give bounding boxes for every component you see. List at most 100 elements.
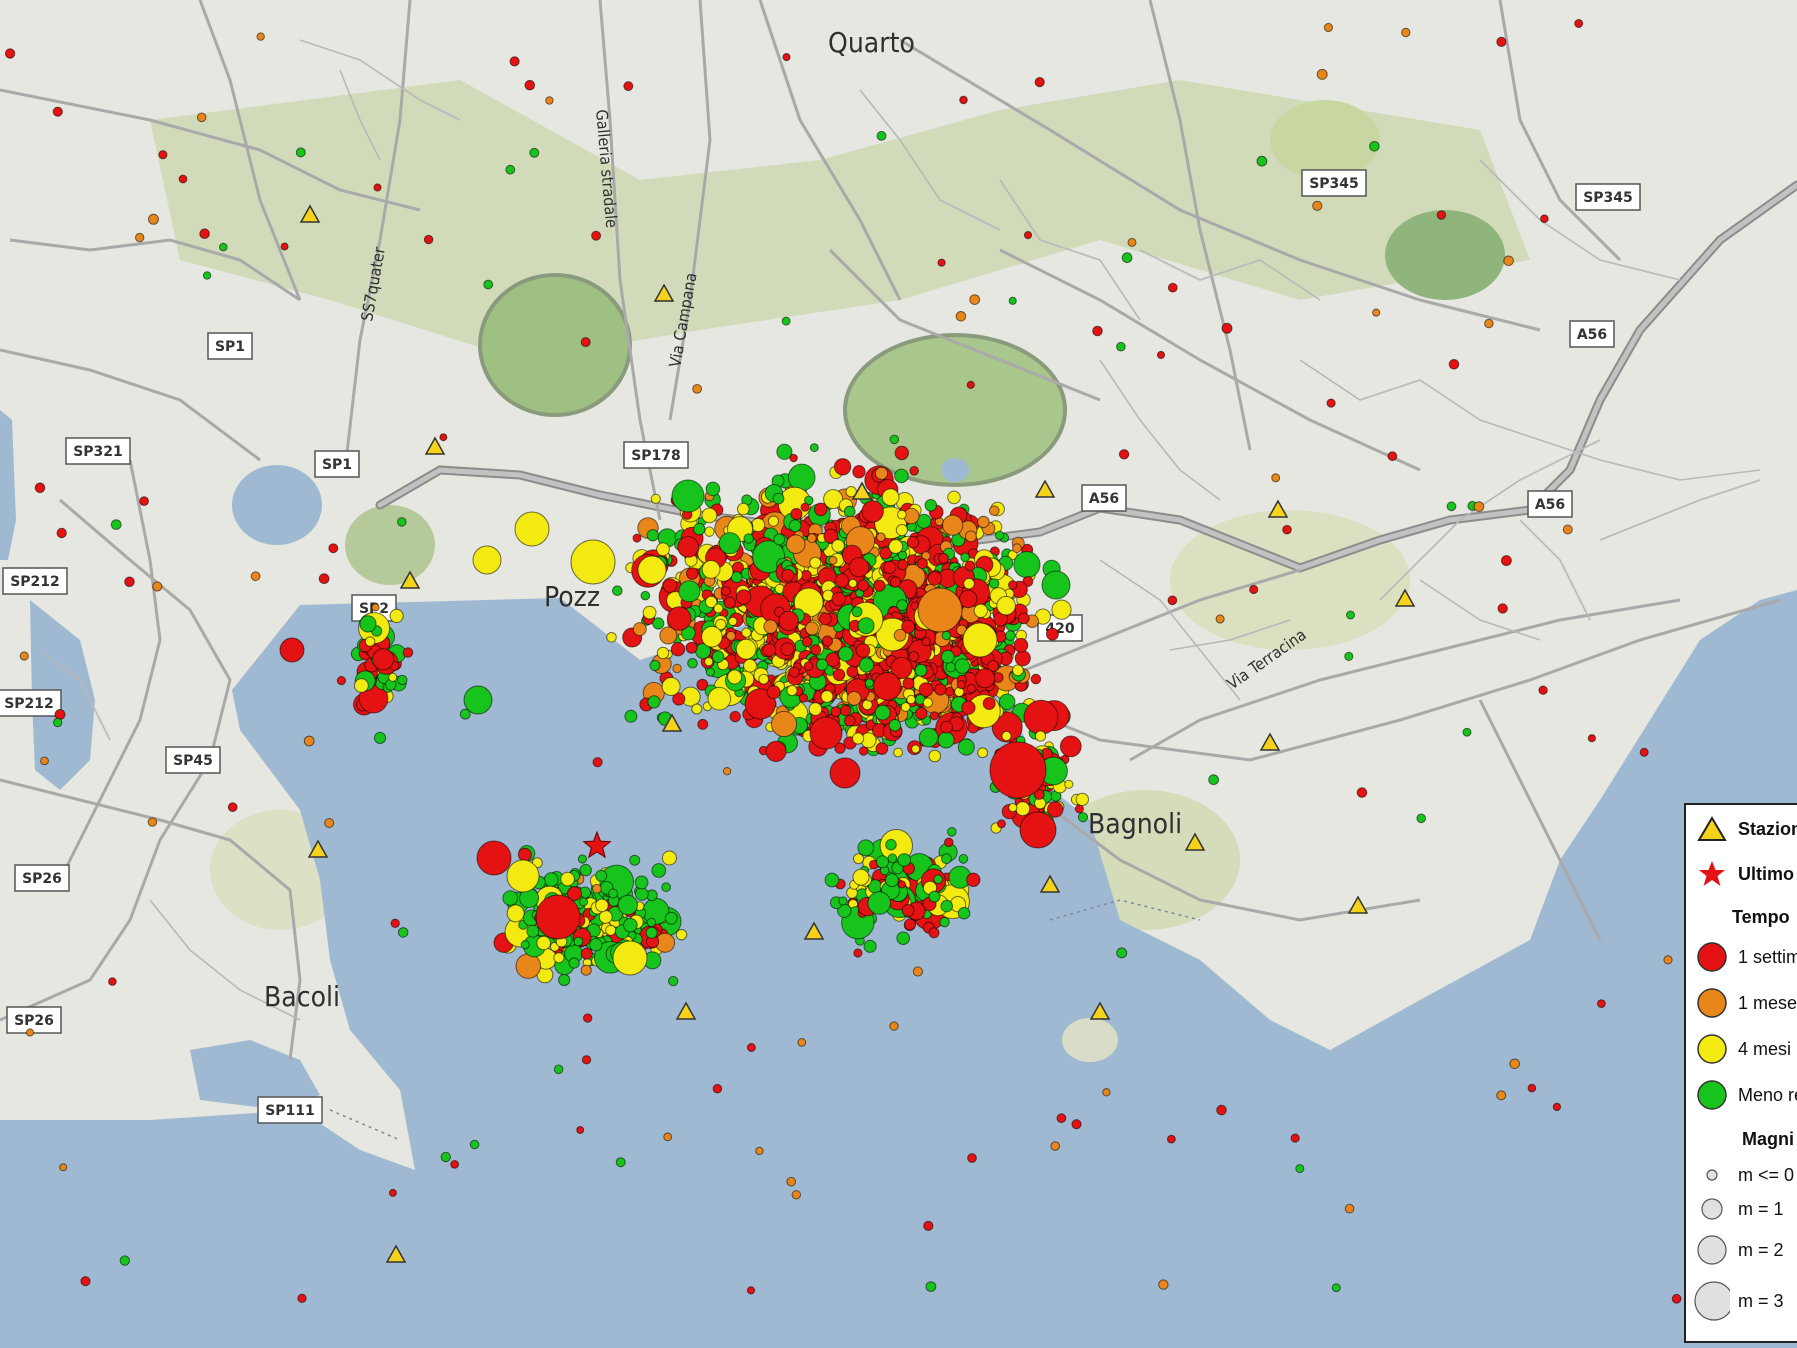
event-marker [1008,580,1018,590]
event-marker [790,507,803,521]
event-marker [765,740,787,763]
event-marker [723,596,736,609]
event-marker [906,694,916,705]
event-marker [852,465,866,479]
event-marker [606,632,617,643]
legend-1-settimana-label: 1 settim [1738,946,1797,967]
place-label-bacoli: Bacoli [264,980,340,1013]
road-sign-sp178: SP178 [623,441,689,469]
legend-m0-label: m <= 0 [1738,1164,1795,1185]
event-marker [934,683,947,696]
event-marker [989,741,1047,799]
event-marker [371,603,380,612]
event-marker [957,738,975,756]
event-marker [729,710,741,723]
road-sign-sp111: SP111 [257,1096,323,1124]
event-marker [787,463,816,492]
event-marker [928,890,941,903]
event-marker [34,482,46,494]
map[interactable]: Quarto Pozz Bagnoli Bacoli Galleria stra… [0,0,1797,1348]
event-marker [809,556,822,569]
event-marker [939,917,950,928]
event-marker [941,853,952,865]
legend-row-stazioni: Stazion [1694,815,1797,843]
event-marker [964,530,977,543]
event-marker [806,533,817,544]
event-marker [1030,673,1042,685]
event-marker [1500,555,1512,567]
event-marker [767,515,780,527]
event-marker [975,668,996,689]
event-marker [354,678,369,693]
svg-text:SP26: SP26 [14,1013,54,1029]
event-marker [661,677,681,696]
road-sign-sp321: SP321 [65,437,131,465]
event-marker [712,1083,723,1094]
event-marker [634,887,649,901]
event-marker [1102,1088,1111,1097]
event-marker [829,757,861,789]
event-marker [1208,774,1219,786]
event-marker [741,627,752,638]
event-marker [227,802,238,813]
event-marker [832,668,846,682]
event-marker [656,646,670,660]
event-marker [1005,630,1016,641]
event-marker [608,888,619,899]
event-marker [1012,543,1022,554]
event-marker [463,685,493,715]
event-marker [846,665,859,678]
event-marker [664,911,678,925]
event-marker [857,839,875,857]
event-marker [773,533,786,546]
event-marker [1497,603,1508,614]
event-marker [652,617,665,630]
event-marker [202,271,212,280]
event-marker [1356,787,1368,798]
event-marker [820,690,834,703]
event-marker [960,552,970,563]
svg-text:SP26: SP26 [22,871,62,887]
event-marker [615,1157,626,1168]
event-marker [945,661,957,673]
event-marker [580,337,591,348]
event-marker [857,579,870,592]
event-marker [280,242,289,251]
event-marker [612,940,648,976]
event-marker [558,973,571,987]
event-marker [1663,955,1673,965]
event-marker [1369,141,1380,152]
event-marker [720,586,731,596]
event-marker [894,445,909,461]
event-marker [645,926,658,939]
event-marker [579,897,589,907]
event-marker [897,559,909,571]
event-marker [727,669,743,685]
event-marker [124,576,135,588]
event-marker [40,756,49,766]
event-marker [824,872,840,888]
magnitude-1-circle-icon [1701,1198,1723,1220]
event-marker [623,81,634,92]
event-marker [483,279,494,290]
legend-stazioni-label: Stazion [1738,818,1797,839]
event-marker [1045,627,1059,641]
event-marker [929,711,940,721]
event-marker [911,744,921,754]
event-marker [1118,449,1130,460]
event-marker [388,672,398,682]
event-marker [997,819,1006,829]
event-marker [1008,296,1017,305]
event-marker [651,863,667,878]
event-marker [743,533,754,544]
event-marker [788,519,802,533]
event-marker [704,526,715,537]
event-marker [685,641,698,654]
event-marker [1436,210,1447,220]
event-marker [966,380,975,389]
event-marker [568,957,580,969]
event-marker [1503,255,1514,267]
event-marker [646,529,659,542]
event-marker [889,576,902,588]
event-marker [650,493,661,504]
